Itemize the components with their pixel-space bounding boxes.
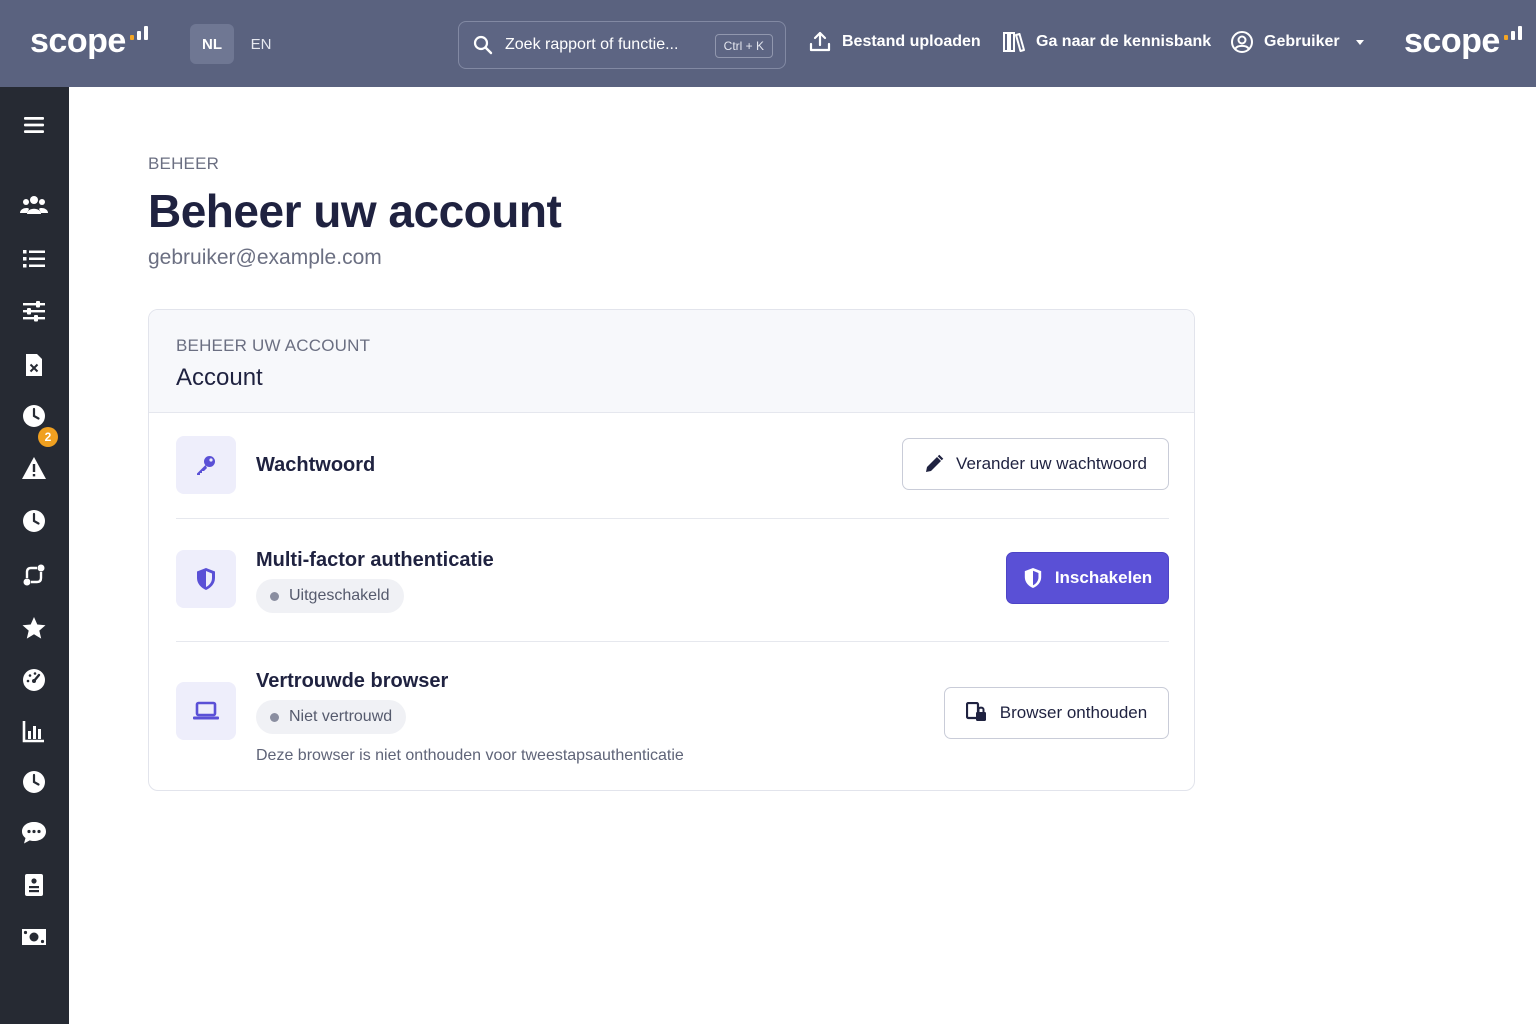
password-title: Wachtwoord: [256, 454, 376, 476]
logo-text: scope: [1404, 22, 1500, 60]
status-dot: [270, 591, 279, 601]
enable-mfa-button[interactable]: Inschakelen: [1006, 552, 1169, 604]
upload-icon: [809, 31, 831, 52]
search-box[interactable]: Zoek rapport of functie... Ctrl + K: [458, 21, 786, 69]
clock-icon[interactable]: [20, 768, 48, 796]
mfa-status-label: Uitgeschakeld: [289, 587, 390, 604]
card-title: Account: [176, 364, 263, 391]
user-menu-label: Gebruiker: [1264, 33, 1340, 50]
logo[interactable]: scope: [30, 22, 148, 61]
top-bar: scope NL EN Zoek rapport of functie... C…: [0, 0, 1536, 87]
users-icon[interactable]: [20, 191, 48, 219]
remember-browser-button[interactable]: Browser onthouden: [944, 687, 1169, 739]
notification-badge: 2: [38, 427, 58, 447]
language-en-button[interactable]: EN: [239, 24, 283, 64]
warning-icon[interactable]: [20, 454, 48, 482]
knowledge-base-label: Ga naar de kennisbank: [1036, 33, 1212, 50]
trusted-browser-description: Deze browser is niet onthouden voor twee…: [256, 747, 684, 764]
shield-icon: [176, 550, 236, 608]
logo-bars-icon: [1503, 26, 1522, 40]
star-icon[interactable]: [20, 614, 48, 642]
card-header: BEHEER UW ACCOUNT Account: [149, 310, 1194, 413]
knowledge-base-link[interactable]: Ga naar de kennisbank: [1002, 30, 1211, 54]
card-eyebrow: BEHEER UW ACCOUNT: [176, 336, 371, 355]
key-icon: [176, 436, 236, 494]
row-divider: [176, 518, 1169, 519]
search-input[interactable]: Zoek rapport of functie...: [505, 36, 678, 54]
clock-icon[interactable]: [20, 402, 48, 430]
upload-file-button[interactable]: Bestand uploaden: [808, 30, 981, 54]
remember-browser-label: Browser onthouden: [999, 703, 1148, 722]
logo-text: scope: [30, 22, 126, 60]
logo-right: scope: [1404, 22, 1522, 61]
menu-icon[interactable]: [20, 111, 48, 139]
page-title: Beheer uw account: [148, 185, 562, 237]
upload-file-label: Bestand uploaden: [842, 33, 981, 50]
account-email: gebruiker@example.com: [148, 246, 382, 269]
language-nl-button[interactable]: NL: [190, 24, 234, 64]
user-menu[interactable]: Gebruiker: [1230, 30, 1364, 54]
page-eyebrow: BEHEER: [148, 154, 220, 173]
logo-bars-icon: [129, 26, 148, 40]
money-icon[interactable]: [20, 923, 48, 951]
account-card: BEHEER UW ACCOUNT Account Wachtwoord Ver…: [148, 309, 1195, 791]
books-icon: [1003, 32, 1025, 52]
browser-status-label: Niet vertrouwd: [289, 708, 393, 725]
change-password-label: Verander uw wachtwoord: [956, 454, 1147, 473]
chat-icon[interactable]: [20, 819, 48, 847]
file-x-icon[interactable]: [20, 351, 48, 379]
enable-mfa-label: Inschakelen: [1054, 568, 1153, 587]
route-icon[interactable]: [20, 561, 48, 589]
sidebar: 2: [0, 87, 69, 1024]
shield-icon: [1024, 568, 1042, 588]
change-password-button[interactable]: Verander uw wachtwoord: [902, 438, 1169, 490]
bar-chart-icon[interactable]: [20, 717, 48, 745]
chevron-down-icon: [1355, 39, 1364, 45]
trusted-browser-title: Vertrouwde browser: [256, 670, 449, 692]
list-icon[interactable]: [20, 245, 48, 273]
row-divider: [176, 641, 1169, 642]
laptop-icon: [176, 682, 236, 740]
pencil-icon: [926, 454, 944, 472]
device-lock-icon: [965, 702, 986, 721]
user-circle-icon: [1231, 31, 1253, 53]
clock-icon[interactable]: [20, 507, 48, 535]
mfa-status-badge: Uitgeschakeld: [256, 579, 404, 613]
id-card-icon[interactable]: [20, 871, 48, 899]
search-icon: [473, 35, 493, 55]
status-dot: [270, 712, 279, 722]
sliders-icon[interactable]: [20, 297, 48, 325]
mfa-title: Multi-factor authenticatie: [256, 549, 494, 571]
browser-status-badge: Niet vertrouwd: [256, 700, 407, 734]
gauge-icon[interactable]: [20, 666, 48, 694]
search-shortcut: Ctrl + K: [714, 34, 773, 58]
